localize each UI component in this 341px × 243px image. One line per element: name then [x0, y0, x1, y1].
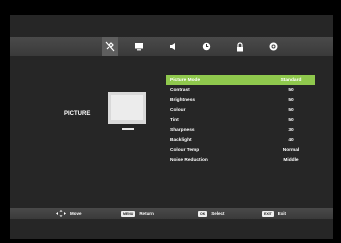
menu-item-value: 50: [288, 107, 294, 113]
menu-item-label: Colour Temp: [170, 147, 200, 153]
hint-select-label: Select: [211, 211, 225, 216]
menu-item-label: Brightness: [170, 97, 196, 103]
picture-menu: Picture Mode Standard Contrast 50 Bright…: [166, 75, 315, 165]
hint-move: Move: [56, 208, 82, 219]
hint-move-label: Move: [70, 211, 82, 216]
ok-key-icon: OK: [198, 210, 208, 217]
menu-item-value: Standard: [280, 77, 302, 83]
hint-exit: EXIT Exit: [262, 208, 286, 219]
menu-item-value: Middle: [283, 157, 299, 163]
screen-icon[interactable]: [131, 37, 147, 56]
clock-icon[interactable]: [198, 37, 214, 56]
menu-item-value: 50: [288, 97, 294, 103]
menu-item-tint[interactable]: Tint 50: [166, 115, 315, 125]
hint-return-label: Return: [139, 211, 154, 216]
hint-exit-label: Exit: [277, 211, 287, 216]
tv-osd-screen: PICTURE Picture Mode Standard Contrast 5…: [10, 15, 333, 239]
menu-item-colour[interactable]: Colour 50: [166, 105, 315, 115]
menu-item-label: Colour: [170, 107, 186, 113]
menu-item-noise-reduction[interactable]: Noise Reduction Middle: [166, 155, 315, 165]
menu-key-icon: MENU: [121, 210, 136, 217]
menu-item-label: Noise Reduction: [170, 157, 208, 163]
menu-item-contrast[interactable]: Contrast 50: [166, 85, 315, 95]
menu-item-value: 50: [288, 87, 294, 93]
menu-item-value: 40: [288, 137, 294, 143]
menu-item-backlight[interactable]: Backlight 40: [166, 135, 315, 145]
menu-item-sharpness[interactable]: Sharpness 30: [166, 125, 315, 135]
menu-item-value: Normal: [282, 147, 300, 153]
tv-picture-icon: [108, 92, 154, 148]
menu-item-label: Backlight: [170, 137, 192, 143]
menu-item-label: Picture Mode: [170, 77, 201, 83]
hint-select: OK Select: [198, 208, 225, 219]
menu-item-label: Contrast: [170, 87, 190, 93]
hint-return: MENU Return: [121, 208, 154, 219]
picture-settings-icon[interactable]: [102, 37, 118, 56]
osd-hint-bar: Move MENU Return OK Select EXIT Exit: [10, 208, 333, 219]
settings-gear-icon[interactable]: [265, 37, 281, 56]
osd-top-menu-bar: [10, 37, 333, 56]
menu-item-brightness[interactable]: Brightness 50: [166, 95, 315, 105]
menu-item-colour-temp[interactable]: Colour Temp Normal: [166, 145, 315, 155]
category-title: PICTURE: [64, 111, 91, 117]
menu-item-picture-mode[interactable]: Picture Mode Standard: [166, 75, 315, 85]
menu-item-value: 50: [288, 117, 294, 123]
sound-icon[interactable]: [165, 37, 181, 56]
menu-item-label: Tint: [170, 117, 179, 123]
move-arrows-icon: [56, 209, 66, 218]
menu-item-value: 30: [288, 127, 294, 133]
menu-item-label: Sharpness: [170, 127, 195, 133]
exit-key-icon: EXIT: [262, 210, 274, 217]
lock-icon[interactable]: [232, 37, 248, 56]
